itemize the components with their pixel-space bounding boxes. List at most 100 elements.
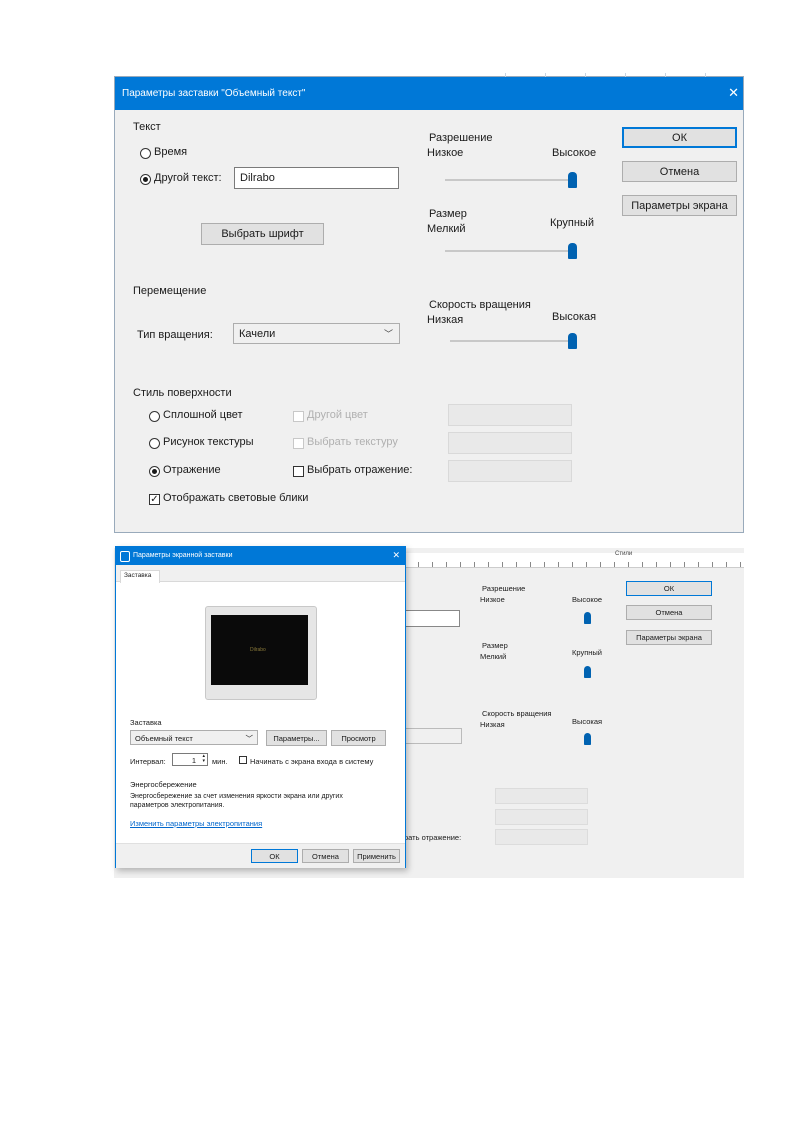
size-large-label: Крупный (550, 217, 594, 229)
speed-slider-track[interactable] (450, 340, 575, 342)
minutes-label: мин. (212, 757, 228, 766)
start-login-checkbox[interactable] (239, 756, 247, 764)
radio-texture-label: Рисунок текстуры (163, 436, 254, 448)
title-bar: Параметры заставки "Объемный текст" ✕ (115, 77, 743, 110)
surface-style-label: Стиль поверхности (133, 387, 232, 399)
resolution-high-label: Высокое (552, 147, 597, 159)
start-login-label: Начинать с экрана входа в систему (250, 757, 374, 766)
radio-other-text[interactable] (140, 174, 151, 185)
screen-saver-settings-dialog: Параметры заставки "Объемный текст" ✕ Те… (114, 73, 744, 533)
speed-low-label: Низкая (427, 314, 464, 326)
interval-stepper[interactable]: 1 ▴ ▾ (172, 753, 208, 766)
ok-button[interactable]: ОК (251, 849, 298, 863)
bg-size-small: Мелкий (480, 652, 507, 661)
tab-screensaver[interactable]: Заставка (120, 570, 160, 583)
resolution-label: Разрешение (429, 132, 493, 144)
window-title: Параметры экранной заставки (133, 552, 233, 559)
speed-high-label: Высокая (552, 311, 597, 323)
radio-time[interactable] (140, 148, 151, 159)
highlights-label: Отображать световые блики (163, 492, 309, 504)
bg-screen-params-button: Параметры экрана (626, 630, 712, 645)
apply-button[interactable]: Применить (353, 849, 400, 863)
cancel-button[interactable]: Отмена (622, 161, 737, 182)
preview-button[interactable]: Просмотр (331, 730, 386, 746)
resolution-slider-track[interactable] (445, 179, 575, 181)
window-icon (120, 551, 130, 562)
radio-reflection[interactable] (149, 466, 160, 477)
close-icon[interactable]: ✕ (728, 85, 739, 101)
ok-button[interactable]: ОК (622, 127, 737, 148)
radio-other-text-label: Другой текст: (154, 172, 222, 184)
screensaver-value: Объемный текст (135, 734, 193, 743)
choose-texture-label: Выбрать текстуру (307, 436, 398, 448)
bg-speed-low: Низкая (480, 720, 505, 729)
power-settings-link[interactable]: Изменить параметры электропитания (130, 819, 262, 828)
bg-disabled-button-2 (495, 809, 588, 825)
rotation-type-label: Тип вращения: (137, 329, 213, 341)
chevron-down-icon: ﹀ (245, 734, 254, 743)
window-title-bar: Параметры экранной заставки ✕ (116, 547, 405, 565)
params-button[interactable]: Параметры... (266, 730, 327, 746)
preview-text: Dilrabo (250, 647, 266, 653)
highlights-checkbox[interactable]: ✓ (149, 494, 160, 505)
text-group-label: Текст (133, 121, 161, 133)
screen-params-button[interactable]: Параметры экрана (622, 195, 737, 216)
resolution-slider-thumb[interactable] (568, 172, 577, 188)
size-slider-thumb[interactable] (568, 243, 577, 259)
bg-disabled-button-3 (495, 829, 588, 845)
bg-size-large: Крупный (572, 648, 602, 657)
bg-speed-high: Высокая (572, 717, 603, 726)
tab-screensaver-label: Заставка (124, 572, 152, 579)
radio-texture[interactable] (149, 438, 160, 449)
chevron-down-icon: ﹀ (383, 328, 393, 339)
bg-speed-thumb (584, 733, 591, 745)
radio-reflection-label: Отражение (163, 464, 221, 476)
energy-text: Энергосбережение за счет изменения яркос… (130, 793, 343, 809)
text-input[interactable]: Dilrabo (234, 167, 399, 189)
choose-texture-button[interactable] (448, 432, 572, 454)
bg-text-input (404, 610, 460, 627)
movement-group-label: Перемещение (133, 285, 207, 297)
monitor-preview: Dilrabo (205, 606, 317, 700)
screensaver-label: Заставка (130, 718, 162, 727)
choose-texture-checkbox[interactable] (293, 438, 304, 449)
bg-disabled-button-1 (495, 788, 588, 804)
bg-choose-reflection-label: рать отражение: (404, 833, 462, 842)
bg-resolution-label: Разрешение (482, 584, 526, 593)
bg-res-low: Низкое (480, 595, 505, 604)
bg-res-high: Высокое (572, 595, 603, 604)
dialog-title: Параметры заставки "Объемный текст" (122, 88, 306, 99)
energy-label: Энергосбережение (130, 780, 197, 789)
preview-screen: Dilrabo (211, 615, 308, 685)
interval-label: Интервал: (130, 757, 166, 766)
screen-saver-parameters-window: Параметры экранной заставки ✕ Заставка D… (115, 546, 406, 868)
other-color-checkbox[interactable] (293, 411, 304, 422)
bg-speed-label: Скорость вращения (482, 709, 552, 718)
bg-size-label: Размер (482, 641, 508, 650)
ruler-ticks (404, 562, 744, 567)
bg-size-thumb (584, 666, 591, 678)
rotation-type-select[interactable]: Качели ﹀ (233, 323, 400, 344)
other-color-label: Другой цвет (307, 409, 368, 421)
bg-ok-button: ОК (626, 581, 712, 596)
cancel-button[interactable]: Отмена (302, 849, 349, 863)
close-icon[interactable]: ✕ (392, 550, 400, 561)
choose-reflection-label: Выбрать отражение: (307, 464, 413, 476)
bg-cancel-button: Отмена (626, 605, 712, 620)
choose-reflection-button[interactable] (448, 460, 572, 482)
size-slider-track[interactable] (445, 250, 575, 252)
speed-slider-thumb[interactable] (568, 333, 577, 349)
stepper-arrows-icon: ▴ ▾ (202, 753, 205, 764)
radio-solid-color[interactable] (149, 411, 160, 422)
choose-font-button[interactable]: Выбрать шрифт (201, 223, 324, 245)
choose-reflection-checkbox[interactable] (293, 466, 304, 477)
bg-res-thumb (584, 612, 591, 624)
interval-value: 1 (191, 756, 196, 765)
ruler-strip: Стили (404, 551, 744, 568)
screensaver-select[interactable]: Объемный текст ﹀ (130, 730, 258, 745)
styles-label: Стили (615, 551, 633, 557)
rotation-type-value: Качели (239, 327, 276, 340)
speed-label: Скорость вращения (429, 299, 531, 311)
size-label: Размер (429, 208, 467, 220)
choose-color-button[interactable] (448, 404, 572, 426)
